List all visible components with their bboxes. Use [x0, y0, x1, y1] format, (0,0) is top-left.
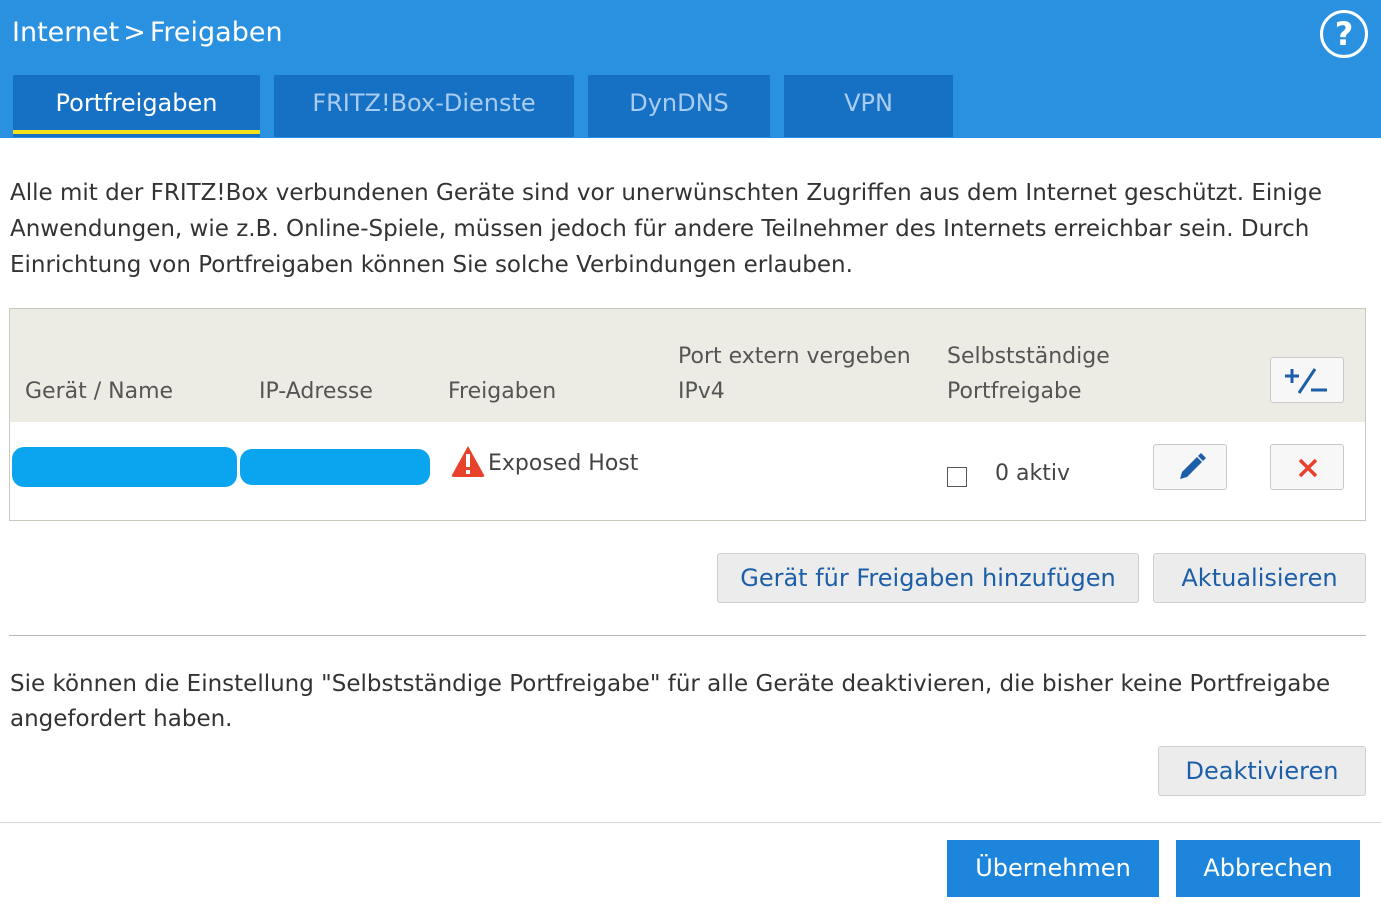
- breadcrumb-current: Freigaben: [149, 17, 283, 48]
- refresh-button[interactable]: Aktualisieren: [1153, 553, 1366, 603]
- delete-button[interactable]: [1270, 444, 1344, 490]
- edit-button[interactable]: [1153, 444, 1227, 490]
- column-header-auto-line2: Portfreigabe: [947, 379, 1082, 404]
- section-divider: [9, 635, 1366, 636]
- toggle-columns-button[interactable]: [1270, 357, 1344, 403]
- footer-divider: [0, 822, 1381, 823]
- tab-portfreigaben[interactable]: Portfreigaben: [13, 75, 260, 137]
- auto-portfreigabe-status: 0 aktiv: [995, 461, 1070, 486]
- column-header-port-line2: IPv4: [678, 379, 725, 404]
- redacted-ip-address: [240, 449, 430, 485]
- breadcrumb-parent[interactable]: Internet: [12, 17, 119, 48]
- tab-fritzbox-dienste[interactable]: FRITZ!Box-Dienste: [274, 75, 574, 137]
- intro-text: Alle mit der FRITZ!Box verbundenen Gerät…: [10, 180, 1322, 278]
- tab-label: Portfreigaben: [55, 89, 218, 117]
- tab-label: FRITZ!Box-Dienste: [312, 89, 536, 117]
- pencil-icon: [1180, 453, 1206, 479]
- column-header-port: Port extern vergeben IPv4: [678, 339, 911, 409]
- chevron-right-icon: >: [123, 17, 146, 48]
- auto-portfreigabe-checkbox[interactable]: [947, 467, 967, 487]
- apply-button[interactable]: Übernehmen: [947, 840, 1159, 897]
- column-header-auto-line1: Selbstständige: [947, 344, 1110, 369]
- add-device-button[interactable]: Gerät für Freigaben hinzufügen: [717, 553, 1139, 603]
- tab-label: DynDNS: [629, 89, 729, 117]
- tab-label: VPN: [844, 89, 893, 117]
- column-header-device: Gerät / Name: [25, 379, 174, 404]
- deactivate-button[interactable]: Deaktivieren: [1158, 746, 1366, 796]
- table-header: Gerät / Name IP-Adresse Freigaben Port e…: [10, 309, 1365, 422]
- help-icon[interactable]: ?: [1320, 10, 1368, 58]
- deactivate-note: Sie können die Einstellung "Selbstständi…: [10, 671, 1331, 732]
- cancel-button[interactable]: Abbrechen: [1176, 840, 1360, 897]
- redacted-device-name: [12, 447, 237, 487]
- tab-dyndns[interactable]: DynDNS: [588, 75, 770, 137]
- active-tab-indicator: [13, 130, 260, 134]
- column-header-auto: Selbstständige Portfreigabe: [947, 339, 1110, 409]
- share-type: Exposed Host: [488, 451, 639, 476]
- port-forwarding-table: Gerät / Name IP-Adresse Freigaben Port e…: [9, 308, 1366, 521]
- column-header-ip: IP-Adresse: [259, 379, 373, 404]
- plus-minus-icon: [1285, 368, 1327, 394]
- column-header-shares: Freigaben: [448, 379, 557, 404]
- column-header-port-line1: Port extern vergeben: [678, 344, 911, 369]
- page-header: Internet > Freigaben ? Portfreigaben FRITZ…: [0, 0, 1381, 138]
- close-icon: [1298, 458, 1318, 478]
- breadcrumb: Internet > Freigaben: [12, 17, 283, 48]
- warning-icon: [451, 446, 485, 477]
- tab-vpn[interactable]: VPN: [784, 75, 953, 137]
